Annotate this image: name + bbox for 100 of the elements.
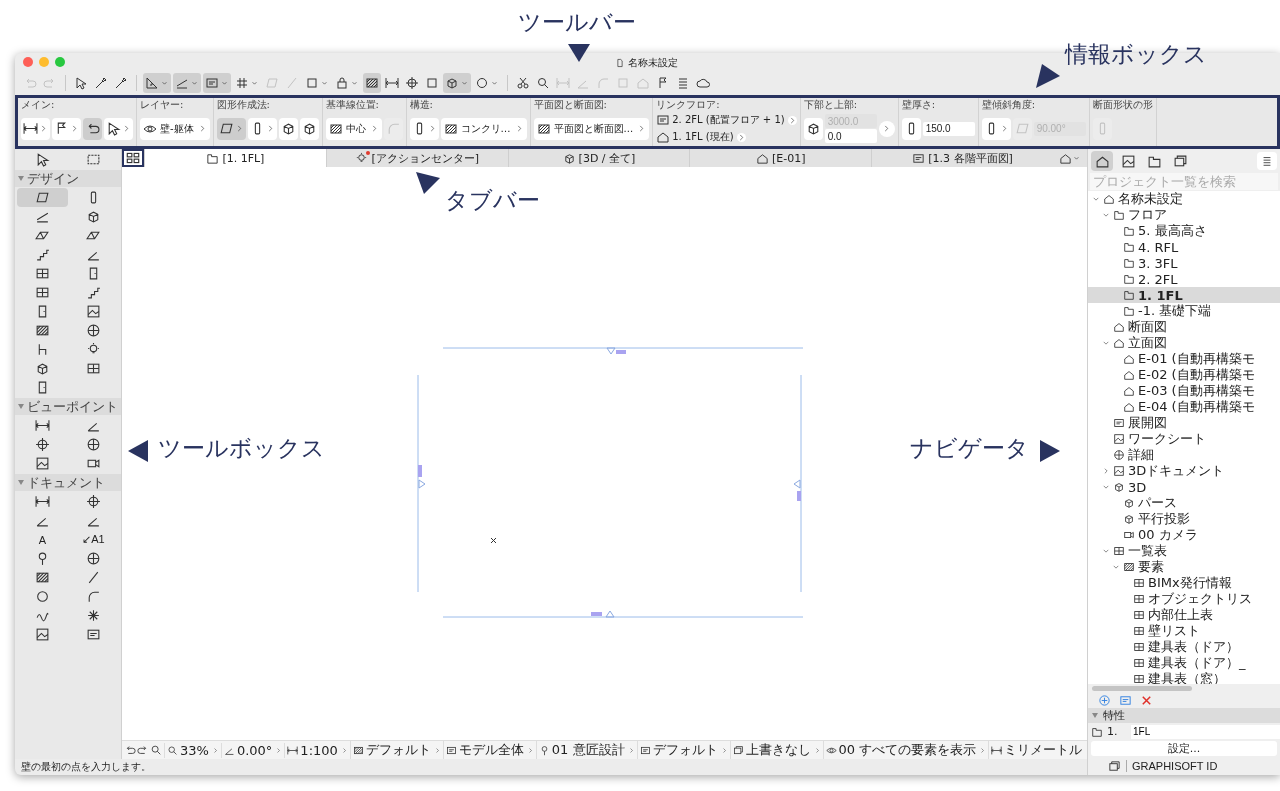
chevron-icon — [979, 746, 987, 754]
tree-item[interactable]: 一覧表 — [1088, 543, 1280, 559]
tree-item[interactable]: 内部仕上表 — [1088, 607, 1280, 623]
tab-overview-button[interactable] — [122, 149, 144, 167]
group-label: 基準線位置: — [325, 99, 380, 111]
delete-button[interactable] — [1140, 694, 1153, 707]
close-button[interactable] — [23, 57, 33, 67]
icon-button[interactable] — [216, 117, 246, 140]
tree-item[interactable]: フロア — [1088, 207, 1280, 223]
tool-button[interactable]: A — [17, 530, 68, 549]
section-title: 特性 — [1103, 708, 1125, 723]
properties-header[interactable]: 特性 — [1088, 708, 1280, 723]
tree-item[interactable]: オブジェクトリス — [1088, 591, 1280, 607]
view-setting-dropdown[interactable]: 上書きなし — [729, 741, 823, 759]
settings-button[interactable] — [1119, 694, 1132, 707]
view-setting-dropdown[interactable]: 00 すべての要素を表示 — [822, 741, 989, 759]
view-setting-dropdown[interactable]: デフォルト — [349, 741, 443, 759]
zoom-button[interactable] — [124, 744, 136, 756]
tree-item[interactable]: 壁リスト — [1088, 623, 1280, 639]
section-header[interactable]: ドキュメント — [15, 474, 121, 491]
tree-item[interactable]: 詳細 — [1088, 447, 1280, 463]
number-field[interactable]: 0.0 — [824, 129, 877, 143]
tree-item[interactable]: 建具表（ドア）_ — [1088, 655, 1280, 671]
floor-link[interactable]: 1. 1FL (現在) — [656, 129, 797, 145]
dropdown[interactable]: 壁-躯体 — [140, 117, 210, 140]
view-setting-dropdown[interactable]: 33% — [164, 742, 221, 758]
tree-item[interactable]: E-04 (自動再構築モ — [1088, 399, 1280, 415]
scroll-bar[interactable] — [1092, 686, 1192, 691]
tool-button[interactable] — [17, 188, 68, 207]
chevron-icon — [340, 746, 348, 754]
group-label: メイン: — [21, 99, 56, 111]
pointer-icon — [35, 152, 50, 167]
window-icon — [1133, 657, 1145, 669]
windows-icon — [1108, 759, 1121, 773]
icon-button[interactable] — [247, 117, 277, 140]
tree-item[interactable]: 3. 3FL — [1088, 255, 1280, 271]
dropdown[interactable]: コンクリ… — [440, 117, 527, 140]
section-header[interactable]: デザイン — [15, 170, 121, 187]
name-field[interactable]: 1FL — [1131, 724, 1280, 739]
tree-item[interactable]: E-03 (自動再構築モ — [1088, 383, 1280, 399]
number-field[interactable]: 150.0 — [922, 121, 975, 136]
tree-item[interactable]: 展開図 — [1088, 415, 1280, 431]
dimension-icon — [35, 418, 50, 433]
add-button[interactable] — [1098, 694, 1111, 707]
view-setting-dropdown[interactable]: 01 意匠設計 — [535, 741, 637, 759]
icon-button[interactable] — [83, 117, 102, 140]
tree-item[interactable]: 平行投影 — [1088, 511, 1280, 527]
tab[interactable]: [1. 1FL] — [144, 149, 326, 167]
zoom-button[interactable] — [137, 744, 149, 756]
settings-dialog-button[interactable]: 設定... — [1091, 741, 1277, 756]
tree-item[interactable]: 建具表（ドア） — [1088, 639, 1280, 655]
tree-item[interactable]: 立面図 — [1088, 335, 1280, 351]
redo-icon — [137, 744, 149, 756]
dropdown[interactable]: 平面図と断面図... — [533, 117, 650, 140]
eye-icon — [825, 744, 837, 756]
tree-item[interactable]: 断面図 — [1088, 319, 1280, 335]
view-setting-dropdown[interactable]: デフォルト — [636, 741, 730, 759]
callout-pointer — [1036, 64, 1060, 88]
chevron-icon — [526, 746, 534, 754]
callout-pointer — [416, 172, 440, 196]
tree-item[interactable]: 3D — [1088, 479, 1280, 495]
icon-button[interactable] — [409, 117, 439, 140]
tree-item[interactable]: 4. RFL — [1088, 239, 1280, 255]
crosshair-icon — [35, 437, 50, 452]
tree-item[interactable]: 1. 1FL — [1088, 287, 1280, 303]
tool-button[interactable]: ↙A1 — [68, 530, 119, 549]
tree-item[interactable]: E-01 (自動再構築モ — [1088, 351, 1280, 367]
view-setting-dropdown[interactable]: 0.00° — [220, 742, 285, 758]
tree-item[interactable]: パース — [1088, 495, 1280, 511]
tree-item[interactable]: 名称未設定 — [1088, 191, 1280, 207]
stairs-icon — [86, 285, 101, 300]
stairs-icon — [35, 247, 50, 262]
chevron-icon — [720, 746, 728, 754]
line-icon — [86, 570, 101, 585]
navigator-tab[interactable] — [1091, 151, 1113, 171]
tree-item[interactable]: BIMx発行情報 — [1088, 575, 1280, 591]
tree-item[interactable]: 3Dドキュメント — [1088, 463, 1280, 479]
tree-item[interactable]: E-02 (自動再構築モ — [1088, 367, 1280, 383]
tree-item[interactable]: 00 カメラ — [1088, 527, 1280, 543]
menu-button[interactable] — [1257, 152, 1277, 170]
tree-item[interactable]: ワークシート — [1088, 431, 1280, 447]
toolbar-button[interactable] — [443, 73, 471, 93]
tree-item[interactable]: 2. 2FL — [1088, 271, 1280, 287]
floor-link[interactable]: 2. 2FL (配置フロア + 1) — [656, 112, 797, 128]
icon-button[interactable] — [21, 117, 50, 140]
tree-item[interactable]: -1. 基礎下端 — [1088, 303, 1280, 319]
window-icon — [1113, 545, 1125, 557]
section-header[interactable]: ビューポイント — [15, 398, 121, 415]
icon-button[interactable] — [52, 117, 81, 140]
dropdown[interactable]: 中心 — [325, 117, 382, 140]
group-label: 下部と上部: — [803, 99, 859, 111]
tree-item[interactable]: 要素 — [1088, 559, 1280, 575]
icon-button[interactable] — [981, 117, 1011, 140]
callout-label: ナビゲータ — [910, 434, 1029, 462]
hatch-icon — [352, 744, 364, 756]
view-setting-dropdown[interactable]: モデル全体 — [442, 741, 536, 759]
zoom-button[interactable] — [150, 744, 162, 756]
tree-item[interactable]: 5. 最高高さ — [1088, 223, 1280, 239]
icon-button[interactable] — [104, 117, 133, 140]
view-setting-dropdown[interactable]: 1:100 — [284, 742, 350, 758]
